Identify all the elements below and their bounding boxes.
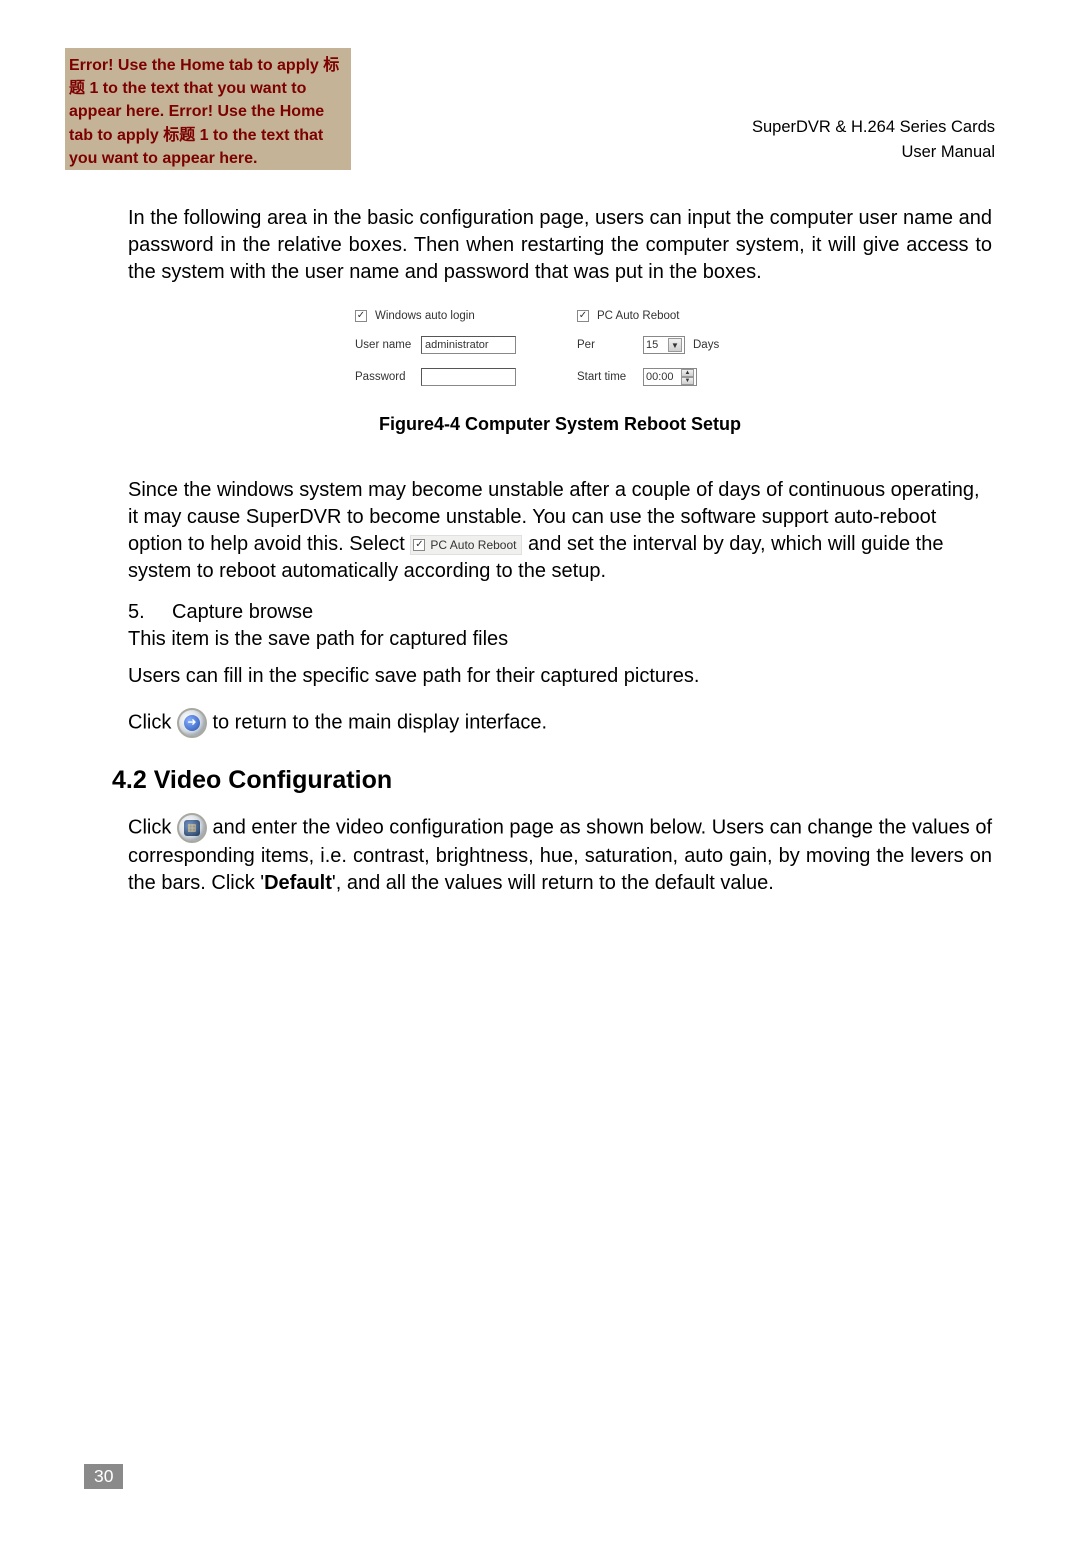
windows-auto-login-label: Windows auto login <box>375 310 475 322</box>
header-error-text: Error! Use the Home tab to apply 标题 1 to… <box>69 54 347 170</box>
default-bold: Default <box>264 872 332 894</box>
spinner-up-icon[interactable]: ▲ <box>681 369 694 377</box>
password-input[interactable] <box>421 368 516 386</box>
per-label: Per <box>577 339 635 351</box>
password-row: Password <box>355 368 543 386</box>
click-text-2: to return to the main display interface. <box>207 711 547 733</box>
reboot-setup-figure: ✓ Windows auto login User name administr… <box>355 306 765 404</box>
dropdown-icon: ▼ <box>668 338 682 352</box>
figure-caption: Figure4-4 Computer System Reboot Setup <box>355 414 765 435</box>
windows-auto-login-row: ✓ Windows auto login <box>355 310 543 322</box>
inline-checkbox-icon: ✓ <box>413 539 425 551</box>
header-product-line: SuperDVR & H.264 Series Cards <box>752 115 995 140</box>
click-text-1: Click <box>128 711 177 733</box>
per-days-row: Per 15 ▼ Days <box>577 336 765 354</box>
figure-left-column: ✓ Windows auto login User name administr… <box>355 310 543 400</box>
pc-auto-reboot-label: PC Auto Reboot <box>597 310 679 322</box>
page-content: In the following area in the basic confi… <box>0 170 1080 897</box>
per-days-select[interactable]: 15 ▼ <box>643 336 685 354</box>
video-config-icon[interactable] <box>177 813 207 843</box>
video-config-text-3: ', and all the values will return to the… <box>332 872 774 894</box>
start-time-row: Start time 00:00 ▲ ▼ <box>577 368 765 386</box>
list-number: 5. <box>128 599 172 626</box>
page-number: 30 <box>84 1464 123 1489</box>
days-label: Days <box>693 339 719 351</box>
header-manual-line: User Manual <box>752 140 995 165</box>
pc-auto-reboot-row: ✓ PC Auto Reboot <box>577 310 765 322</box>
intro-paragraph: In the following area in the basic confi… <box>128 205 992 286</box>
user-fill-paragraph: Users can fill in the specific save path… <box>128 663 992 690</box>
video-config-text-1: Click <box>128 816 177 838</box>
return-icon[interactable] <box>177 708 207 738</box>
pc-auto-reboot-inline: ✓ PC Auto Reboot <box>410 535 522 555</box>
pc-auto-reboot-checkbox[interactable]: ✓ <box>577 310 589 322</box>
username-row: User name administrator <box>355 336 543 354</box>
section-heading-video-config: 4.2 Video Configuration <box>112 766 992 795</box>
start-time-value: 00:00 <box>646 371 674 383</box>
password-label: Password <box>355 371 413 383</box>
windows-auto-login-checkbox[interactable]: ✓ <box>355 310 367 322</box>
list-text: Capture browse <box>172 601 313 623</box>
page-header: Error! Use the Home tab to apply 标题 1 to… <box>0 0 1080 170</box>
figure-container: ✓ Windows auto login User name administr… <box>355 306 765 435</box>
start-time-spinner[interactable]: 00:00 ▲ ▼ <box>643 368 697 386</box>
start-time-label: Start time <box>577 371 635 383</box>
header-error-box: Error! Use the Home tab to apply 标题 1 to… <box>65 48 351 170</box>
list-item-5: 5.Capture browse <box>128 599 992 626</box>
auto-reboot-paragraph: Since the windows system may become unst… <box>128 477 992 585</box>
click-return-paragraph: Click to return to the main display inte… <box>128 708 992 738</box>
video-config-paragraph: Click and enter the video configuration … <box>128 813 992 897</box>
spinner-buttons: ▲ ▼ <box>681 369 694 385</box>
username-input[interactable]: administrator <box>421 336 516 354</box>
spinner-down-icon[interactable]: ▼ <box>681 377 694 385</box>
username-label: User name <box>355 339 413 351</box>
per-days-value: 15 <box>646 339 658 351</box>
inline-checkbox-label: PC Auto Reboot <box>430 537 516 553</box>
save-path-paragraph: This item is the save path for captured … <box>128 626 992 653</box>
figure-right-column: ✓ PC Auto Reboot Per 15 ▼ Days Start tim… <box>577 310 765 400</box>
header-right: SuperDVR & H.264 Series Cards User Manua… <box>752 115 995 165</box>
